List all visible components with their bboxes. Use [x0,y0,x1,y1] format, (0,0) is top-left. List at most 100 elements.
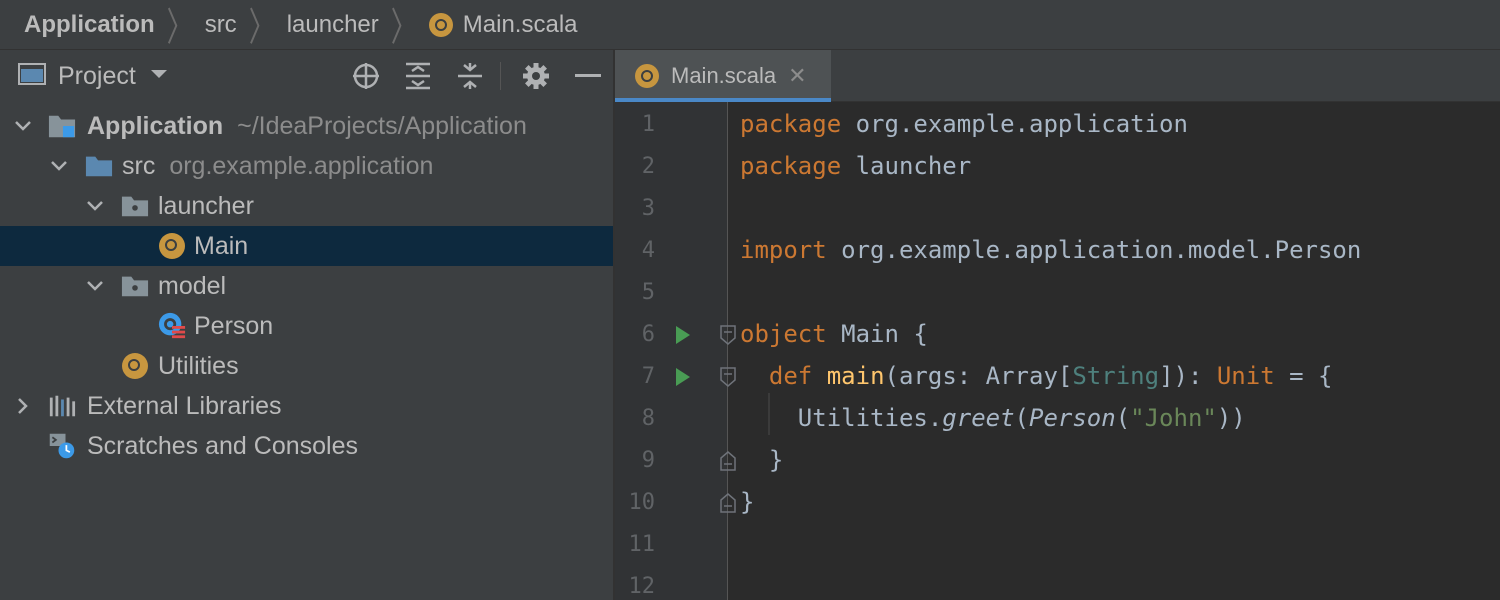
scala-object-icon [121,352,149,380]
tree-item-external-libraries[interactable]: External Libraries [0,386,613,426]
line-number: 2 [641,154,655,179]
project-panel: Project Application ~/IdeaProjects/Appli… [0,50,613,600]
code-line-1: package org.example.application [740,110,1188,138]
tree-item-scratches[interactable]: Scratches and Consoles [0,426,613,466]
keyword: import [740,236,827,264]
tree-item-application[interactable]: Application ~/IdeaProjects/Application [0,106,613,146]
type-parameter: String [1072,362,1160,390]
minimize-icon[interactable] [572,60,604,92]
code-text: Utilities. [797,404,943,432]
tree-item-model[interactable]: model [0,266,613,306]
run-icon[interactable] [676,326,690,344]
project-panel-header: Project [0,50,613,102]
tree-item-label: src [122,151,156,180]
line-number: 3 [641,196,655,221]
chevron-down-icon[interactable] [86,277,104,295]
expand-all-icon[interactable] [402,60,434,92]
scala-object-icon [428,12,453,37]
chevron-down-icon[interactable] [50,157,68,175]
keyword: def [768,362,813,390]
tab-main-scala[interactable]: Main.scala ✕ [615,50,831,102]
scala-object-icon [635,64,659,88]
package-icon [121,272,149,300]
string-literal: "John" [1130,404,1217,432]
chevron-right-icon: 〉 [390,5,417,51]
code-text: org.example.application [841,110,1188,138]
function-name: main [826,362,885,390]
keyword: package [740,152,842,180]
tree-item-launcher[interactable]: launcher [0,186,613,226]
code-line-4: import org.example.application.model.Per… [740,236,1361,264]
line-number: 7 [641,364,655,389]
fold-end-icon[interactable] [720,451,736,476]
close-icon[interactable]: ✕ [788,64,806,89]
chevron-right-icon: 〉 [248,5,275,51]
breadcrumb-item-label: Main.scala [462,10,578,38]
breadcrumb-item-src[interactable]: src [205,11,237,39]
line-number: 1 [641,112,655,137]
tree-item-main[interactable]: Main [0,226,613,266]
code-text: launcher [841,152,972,180]
breadcrumb-item-main-scala[interactable]: Main.scala [428,10,578,39]
code-line-7: def main(args: Array[String]): Unit = { [740,362,1333,390]
tree-item-label: Person [194,311,274,340]
line-number: 10 [628,490,656,515]
code-line-8: Utilities.greet(Person("John")) [740,404,1246,432]
editor-gutter: 1 2 3 4 5 6 7 8 9 10 11 12 [615,102,736,600]
tree-item-package: org.example.application [169,151,434,180]
code-text: Main { [826,320,928,348]
locate-icon[interactable] [350,60,382,92]
tree-item-label: launcher [158,191,254,220]
gear-icon[interactable] [520,60,552,92]
tree-item-label: Main [194,231,249,260]
source-folder-icon [85,152,113,180]
scala-object-icon [158,232,186,260]
code-text: (args: Array[ [884,362,1073,390]
tree-item-person[interactable]: Person [0,306,613,346]
code-text: = { [1274,362,1333,390]
scratches-icon [48,432,76,460]
code-text: )) [1216,404,1246,432]
tree-item-src[interactable]: src org.example.application [0,146,613,186]
code-text: ( [1115,404,1131,432]
collapse-all-icon[interactable] [454,60,486,92]
line-number: 11 [628,532,656,557]
chevron-right-icon[interactable] [14,397,32,415]
fold-start-icon[interactable] [720,367,736,392]
fold-end-icon[interactable] [720,493,736,518]
breadcrumb-item-launcher[interactable]: launcher [287,11,379,39]
libraries-icon [48,392,76,420]
code-text: org.example.application.model.Person [826,236,1362,264]
code-line-10: } [740,488,755,516]
tree-item-label: Application [87,111,224,140]
run-icon[interactable] [676,368,690,386]
dropdown-arrow-icon[interactable] [150,67,168,85]
line-number: 5 [641,280,655,305]
breadcrumb-item-application[interactable]: Application [24,11,155,39]
tree-item-label: External Libraries [87,391,282,420]
tree-item-label: Scratches and Consoles [87,431,358,460]
keyword: package [740,110,842,138]
code-line-6: object Main { [740,320,928,348]
line-number: 6 [641,322,655,347]
tree-item-utilities[interactable]: Utilities [0,346,613,386]
tree-item-label: model [158,271,227,300]
scala-case-class-icon [158,312,186,340]
keyword: Unit [1216,362,1275,390]
tab-label: Main.scala [671,63,777,88]
chevron-down-icon[interactable] [86,197,104,215]
chevron-down-icon[interactable] [14,117,32,135]
tree-item-path: ~/IdeaProjects/Application [237,111,527,140]
code-text: ]): [1159,362,1217,390]
fold-start-icon[interactable] [720,325,736,350]
tree-item-label: Utilities [158,351,239,380]
package-icon [121,192,149,220]
method-call: greet [942,404,1015,432]
line-number: 9 [641,448,655,473]
project-view-icon [18,62,46,91]
editor-tab-bar: Main.scala ✕ [615,50,1500,102]
project-view-selector[interactable]: Project [58,62,136,91]
